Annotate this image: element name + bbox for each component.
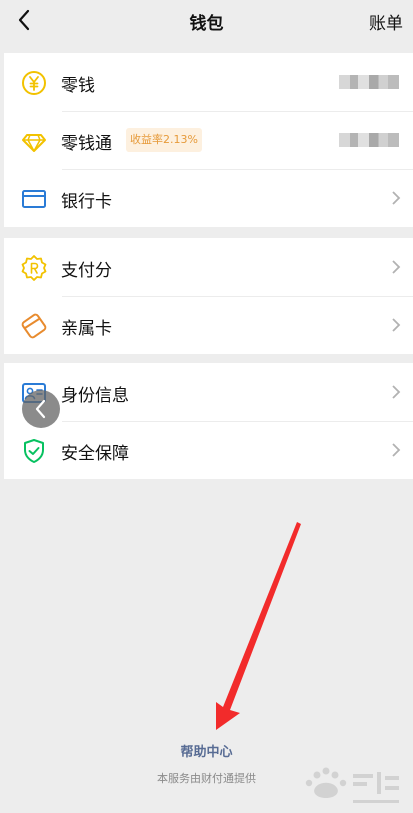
yield-rate-badge: 收益率2.13% (126, 128, 202, 152)
list-item-label: 安全保障 (61, 444, 129, 464)
list-item-bank-card[interactable]: 银行卡 (4, 169, 413, 227)
floating-back-button[interactable] (22, 390, 60, 428)
family-card-icon (21, 313, 47, 339)
hidden-balance (339, 133, 399, 147)
bill-button[interactable]: 账单 (369, 9, 403, 34)
top-bar: 钱包 账单 (0, 0, 413, 44)
list-item-change-pass[interactable]: 零钱通 收益率2.13% (4, 111, 413, 169)
list-item-identity-info[interactable]: 身份信息 (4, 363, 413, 421)
wallet-balance-group: 零钱 零钱通 收益率2.13% 银行卡 (4, 53, 413, 227)
page-title: 钱包 (189, 14, 224, 34)
yuan-coin-icon (22, 71, 46, 95)
list-item-label: 身份信息 (61, 386, 129, 406)
diamond-icon (22, 134, 46, 152)
credit-score-icon (21, 255, 47, 281)
chevron-left-icon (35, 399, 46, 419)
services-group: 支付分 亲属卡 (4, 238, 413, 354)
list-item-security[interactable]: 安全保障 (4, 421, 413, 479)
chevron-right-icon (392, 260, 401, 274)
hidden-balance (339, 75, 399, 89)
list-item-label: 银行卡 (61, 192, 112, 212)
list-item-label: 零钱 (61, 76, 95, 96)
list-item-label: 亲属卡 (61, 319, 112, 339)
security-group: 身份信息 安全保障 (4, 363, 413, 479)
watermark-logo (305, 767, 399, 803)
chevron-right-icon (392, 385, 401, 399)
list-item-change[interactable]: 零钱 (4, 53, 413, 111)
chevron-right-icon (392, 318, 401, 332)
chevron-right-icon (392, 443, 401, 457)
shield-icon (24, 439, 44, 463)
list-item-label: 支付分 (61, 261, 112, 281)
bank-card-icon (22, 190, 46, 208)
chevron-right-icon (392, 191, 401, 205)
list-item-family-card[interactable]: 亲属卡 (4, 296, 413, 354)
list-item-credit-score[interactable]: 支付分 (4, 238, 413, 296)
list-item-label: 零钱通 (61, 134, 112, 154)
help-center-link[interactable]: 帮助中心 (0, 741, 413, 760)
